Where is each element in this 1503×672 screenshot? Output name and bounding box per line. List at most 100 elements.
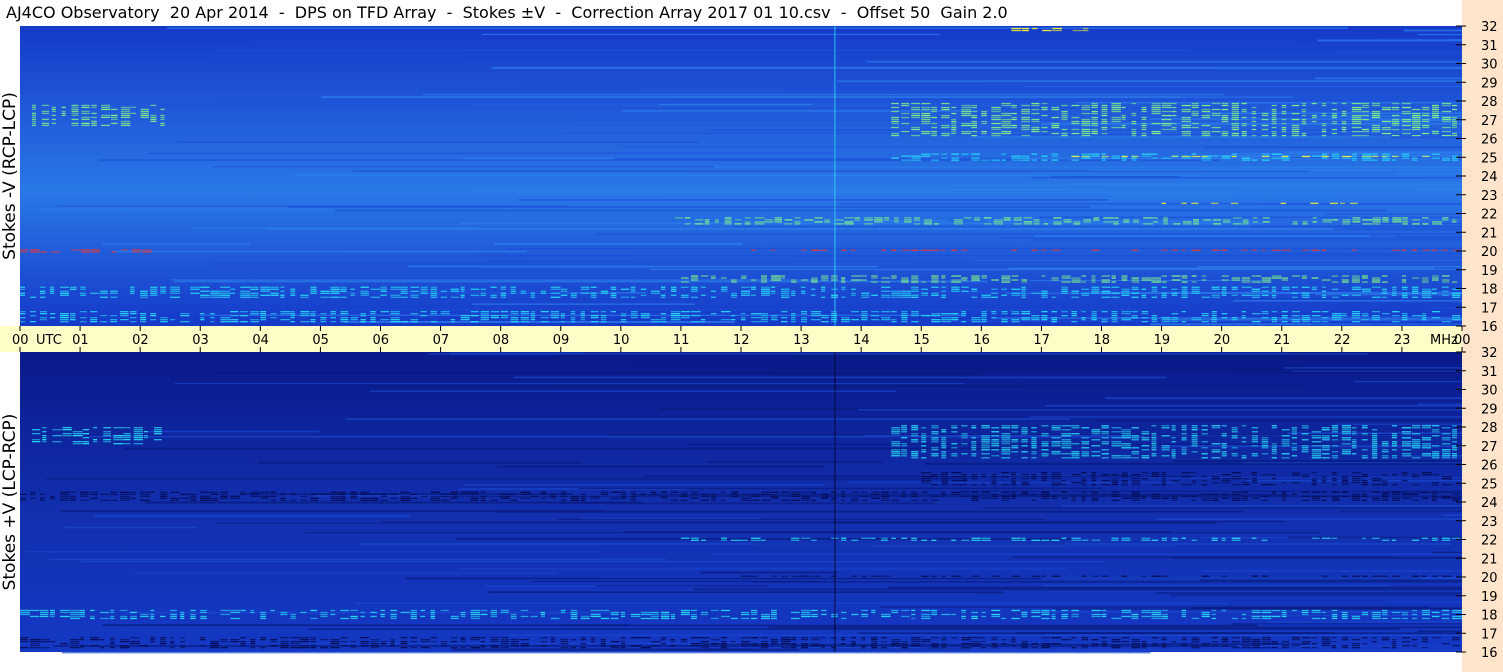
texture-line bbox=[1432, 551, 1462, 554]
texture-line bbox=[1029, 416, 1462, 418]
texture-line bbox=[64, 526, 198, 529]
utc-tick-label: 09 bbox=[553, 333, 570, 348]
texture-line bbox=[93, 514, 411, 517]
texture-line bbox=[1156, 518, 1462, 520]
texture-line bbox=[1242, 187, 1462, 189]
texture-line bbox=[422, 93, 1224, 96]
texture-line bbox=[507, 634, 1462, 636]
texture-line bbox=[459, 222, 1264, 225]
texture-line bbox=[1180, 96, 1462, 98]
texture-line bbox=[472, 303, 696, 305]
texture-line bbox=[208, 55, 461, 57]
texture-line bbox=[1139, 477, 1462, 479]
texture-line bbox=[1332, 51, 1462, 54]
utc-tick-label: 02 bbox=[132, 333, 149, 348]
texture-line bbox=[1019, 197, 1233, 199]
texture-line bbox=[999, 237, 1462, 239]
texture-line bbox=[458, 568, 1067, 570]
texture-line bbox=[1274, 253, 1462, 255]
utc-tick-label: 21 bbox=[1274, 333, 1291, 348]
texture-line bbox=[1061, 505, 1462, 507]
texture-line bbox=[1353, 381, 1462, 383]
texture-line bbox=[167, 27, 1349, 29]
texture-line bbox=[475, 188, 1106, 191]
texture-line bbox=[177, 141, 699, 143]
texture-line bbox=[1190, 607, 1462, 610]
texture-line bbox=[321, 96, 1294, 98]
utc-tick-label: 04 bbox=[252, 333, 269, 348]
texture-line bbox=[578, 487, 1102, 490]
texture-line bbox=[507, 247, 1463, 250]
texture-line bbox=[563, 624, 1258, 627]
texture-line bbox=[1234, 371, 1462, 374]
texture-line bbox=[211, 101, 1054, 103]
texture-line bbox=[408, 265, 879, 268]
chart-title: AJ4CO Observatory 20 Apr 2014 - DPS on T… bbox=[0, 0, 1462, 26]
texture-line bbox=[614, 157, 1029, 160]
texture-line bbox=[1418, 403, 1462, 405]
texture-line bbox=[1170, 594, 1462, 596]
texture-line bbox=[706, 461, 883, 463]
texture-line bbox=[666, 192, 1340, 194]
spectrogram-bottom-svg bbox=[20, 352, 1462, 654]
texture-line bbox=[1068, 183, 1462, 185]
texture-line bbox=[345, 418, 1070, 420]
texture-line bbox=[233, 277, 1233, 280]
texture-line bbox=[622, 110, 979, 112]
ylabel-top: Stokes -V (RCP-LCP) bbox=[0, 26, 20, 326]
texture-line bbox=[959, 284, 1365, 286]
texture-line bbox=[1044, 404, 1462, 407]
texture-line bbox=[214, 49, 1191, 52]
texture-line bbox=[619, 372, 983, 375]
utc-unit-label: UTC bbox=[36, 333, 62, 348]
ylabel-bottom: Stokes +V (LCP-RCP) bbox=[0, 352, 20, 652]
texture-line bbox=[111, 250, 527, 253]
texture-line bbox=[1418, 33, 1462, 36]
spectrogram-top-svg bbox=[20, 26, 1463, 327]
texture-line bbox=[481, 33, 941, 36]
texture-line bbox=[332, 309, 1143, 311]
texture-line bbox=[1283, 367, 1462, 369]
texture-line bbox=[497, 465, 825, 468]
texture-line bbox=[192, 227, 479, 229]
texture-line bbox=[1284, 151, 1462, 153]
texture-line bbox=[871, 545, 1176, 547]
texture-line bbox=[837, 80, 1462, 83]
texture-line bbox=[358, 543, 1452, 545]
texture-line bbox=[135, 572, 557, 574]
texture-line bbox=[1389, 601, 1462, 603]
texture-line bbox=[794, 356, 1360, 359]
texture-line bbox=[784, 88, 1462, 91]
texture-line bbox=[839, 203, 1462, 205]
texture-line bbox=[1403, 29, 1462, 32]
texture-line bbox=[961, 490, 1462, 492]
texture-line bbox=[124, 447, 1068, 450]
texture-line bbox=[152, 104, 469, 106]
texture-line bbox=[1417, 630, 1462, 633]
texture-line bbox=[494, 243, 743, 245]
utc-tick-label: 00 bbox=[12, 333, 29, 348]
vertical-artefact-line bbox=[834, 26, 836, 326]
texture-line bbox=[369, 385, 1304, 387]
ylabel-bottom-text: Stokes +V (LCP-RCP) bbox=[0, 413, 20, 591]
utc-tick-label: 01 bbox=[72, 333, 89, 348]
texture-line bbox=[311, 292, 565, 295]
texture-line bbox=[1442, 514, 1462, 517]
texture-line bbox=[491, 66, 1462, 69]
texture-line bbox=[214, 522, 1048, 524]
texture-line bbox=[1204, 147, 1462, 149]
utc-time-axis: 00 01 02 03 04 05 06 07 08 09 10 11 12 13 14 15 16 17 18 19… bbox=[0, 326, 1471, 352]
utc-tick-label: 06 bbox=[373, 333, 390, 348]
texture-line bbox=[102, 624, 629, 627]
texture-line bbox=[269, 271, 561, 274]
texture-line bbox=[451, 648, 754, 651]
texture-line bbox=[1333, 228, 1462, 231]
texture-line bbox=[308, 628, 1400, 630]
texture-line bbox=[1093, 419, 1462, 422]
texture-line bbox=[292, 267, 481, 270]
texture-line bbox=[174, 280, 988, 283]
texture-line bbox=[24, 551, 602, 553]
texture-line bbox=[174, 382, 966, 385]
texture-line bbox=[518, 199, 1108, 201]
utc-tick-label: 07 bbox=[433, 333, 450, 348]
